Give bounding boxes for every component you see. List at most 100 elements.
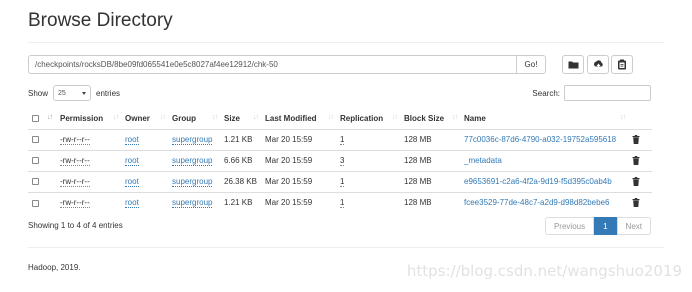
row-checkbox-cell [28, 129, 56, 150]
actions-cell [628, 191, 652, 213]
replication-value[interactable]: 1 [340, 177, 345, 187]
sort-icon: ↓↑ [160, 114, 166, 121]
name-cell: _metadata [460, 149, 628, 171]
sort-icon[interactable]: ↓↑ [47, 114, 53, 121]
watermark-text: https://blog.csdn.net/wangshuo2019 [406, 262, 682, 280]
replication-value[interactable]: 1 [340, 135, 345, 145]
column-header-block-size[interactable]: Block Size ↓↑ [400, 108, 460, 130]
replication-cell: 1 [336, 170, 400, 192]
trash-icon[interactable] [632, 198, 640, 208]
block-size-cell: 128 MB [400, 170, 460, 192]
show-label: Show [28, 88, 49, 98]
column-header-group[interactable]: Group ↓↑ [168, 108, 220, 130]
column-header-last-modified[interactable]: Last Modified ↓↑ [261, 108, 336, 130]
owner-value[interactable]: root [125, 198, 139, 209]
table-row: -rw-r--r-- root supergroup 1.21 KB Mar 2… [28, 129, 652, 150]
cut-paste-button[interactable] [611, 55, 633, 74]
group-value[interactable]: supergroup [172, 198, 213, 209]
permission-value[interactable]: -rw-r--r-- [60, 198, 90, 209]
page-length-select[interactable]: 25 [53, 85, 92, 101]
row-checkbox[interactable] [32, 178, 39, 186]
trash-icon[interactable] [632, 177, 640, 187]
permission-value[interactable]: -rw-r--r-- [60, 177, 90, 187]
file-table: ↓↑ Permission ↓↑ Owner ↓↑ Group ↓↑ Size ↓↑ L… [28, 108, 652, 213]
owner-value[interactable]: root [125, 177, 139, 187]
trash-icon[interactable] [632, 135, 640, 145]
previous-page-button[interactable]: Previous [544, 217, 595, 235]
actions-cell [628, 129, 652, 150]
owner-cell: root [121, 170, 168, 192]
size-cell: 26.38 KB [220, 170, 261, 192]
page-length-value: 25 [58, 89, 66, 97]
row-checkbox[interactable] [32, 157, 39, 165]
owner-cell: root [121, 149, 168, 171]
table-row: -rw-r--r-- root supergroup 6.66 KB Mar 2… [28, 149, 652, 171]
column-header-actions [628, 108, 652, 130]
sort-icon: ↓↑ [212, 114, 218, 121]
file-name-link[interactable]: fcee3529-77de-48c7-a2d9-d98d82bebe6 [464, 198, 609, 207]
row-checkbox[interactable] [32, 199, 39, 207]
permission-value[interactable]: -rw-r--r-- [60, 156, 90, 166]
create-directory-button[interactable] [562, 55, 584, 74]
sort-icon: ↓↑ [392, 114, 398, 121]
table-info: Showing 1 to 4 of 4 entries [28, 221, 123, 230]
column-header-permission[interactable]: Permission ↓↑ [56, 108, 121, 130]
page-1-button[interactable]: 1 [594, 217, 617, 235]
file-name-link[interactable]: _metadata [464, 156, 502, 165]
permission-cell: -rw-r--r-- [56, 170, 121, 192]
clipboard-icon [618, 59, 626, 70]
group-cell: supergroup [168, 170, 220, 192]
file-name-link[interactable]: 77c0036c-87d6-4790-a032-19752a595618 [464, 135, 616, 144]
column-header-name[interactable]: Name ↓↑ [460, 108, 628, 130]
row-checkbox-cell [28, 170, 56, 192]
owner-value[interactable]: root [125, 156, 139, 166]
go-button[interactable]: Go! [517, 55, 546, 74]
permission-cell: -rw-r--r-- [56, 191, 121, 213]
owner-cell: root [121, 191, 168, 213]
replication-value[interactable]: 3 [340, 156, 345, 166]
search-input[interactable] [564, 85, 651, 101]
owner-cell: root [121, 129, 168, 150]
permission-cell: -rw-r--r-- [56, 129, 121, 150]
column-header-size[interactable]: Size ↓↑ [220, 108, 261, 130]
sort-icon: ↓↑ [253, 114, 259, 121]
size-cell: 1.21 KB [220, 191, 261, 213]
last-modified-cell: Mar 20 15:59 [261, 191, 336, 213]
table-row: -rw-r--r-- root supergroup 1.21 KB Mar 2… [28, 191, 652, 213]
group-value[interactable]: supergroup [172, 156, 213, 166]
sort-icon: ↓↑ [620, 114, 626, 121]
sort-icon: ↓↑ [452, 114, 458, 121]
column-header-replication[interactable]: Replication ↓↑ [336, 108, 400, 130]
trash-icon[interactable] [632, 156, 640, 166]
footer-text: Hadoop, 2019. [28, 263, 81, 272]
last-modified-cell: Mar 20 15:59 [261, 170, 336, 192]
chevron-down-icon [82, 91, 87, 95]
group-cell: supergroup [168, 129, 220, 150]
group-cell: supergroup [168, 191, 220, 213]
directory-path-input[interactable]: /checkpoints/rocksDB/8be09fd065541e0e5c8… [28, 55, 517, 74]
actions-cell [628, 149, 652, 171]
block-size-cell: 128 MB [400, 149, 460, 171]
last-modified-cell: Mar 20 15:59 [265, 135, 313, 144]
upload-files-button[interactable] [587, 55, 609, 74]
name-cell: fcee3529-77de-48c7-a2d9-d98d82bebe6 [460, 191, 628, 213]
file-name-link[interactable]: e9653691-c2a6-4f2a-9d19-f5d395c0ab4b [464, 177, 612, 186]
permission-value[interactable]: -rw-r--r-- [60, 135, 90, 145]
next-page-button[interactable]: Next [616, 217, 651, 235]
group-value[interactable]: supergroup [172, 177, 213, 187]
owner-value[interactable]: root [125, 135, 139, 145]
page-length-control: Show 25 entries [28, 85, 120, 101]
column-header-owner[interactable]: Owner ↓↑ [121, 108, 168, 130]
entries-label: entries [96, 88, 121, 98]
select-all-checkbox[interactable] [32, 115, 39, 123]
replication-value[interactable]: 1 [340, 198, 345, 209]
group-cell: supergroup [168, 149, 220, 171]
header-divider [28, 42, 664, 43]
row-checkbox-cell [28, 191, 56, 213]
sort-icon: ↓↑ [328, 114, 334, 121]
size-cell: 1.21 KB [224, 135, 253, 144]
block-size-cell: 128 MB [400, 191, 460, 213]
row-checkbox[interactable] [32, 136, 39, 144]
group-value[interactable]: supergroup [172, 135, 213, 145]
row-checkbox-cell [28, 149, 56, 171]
